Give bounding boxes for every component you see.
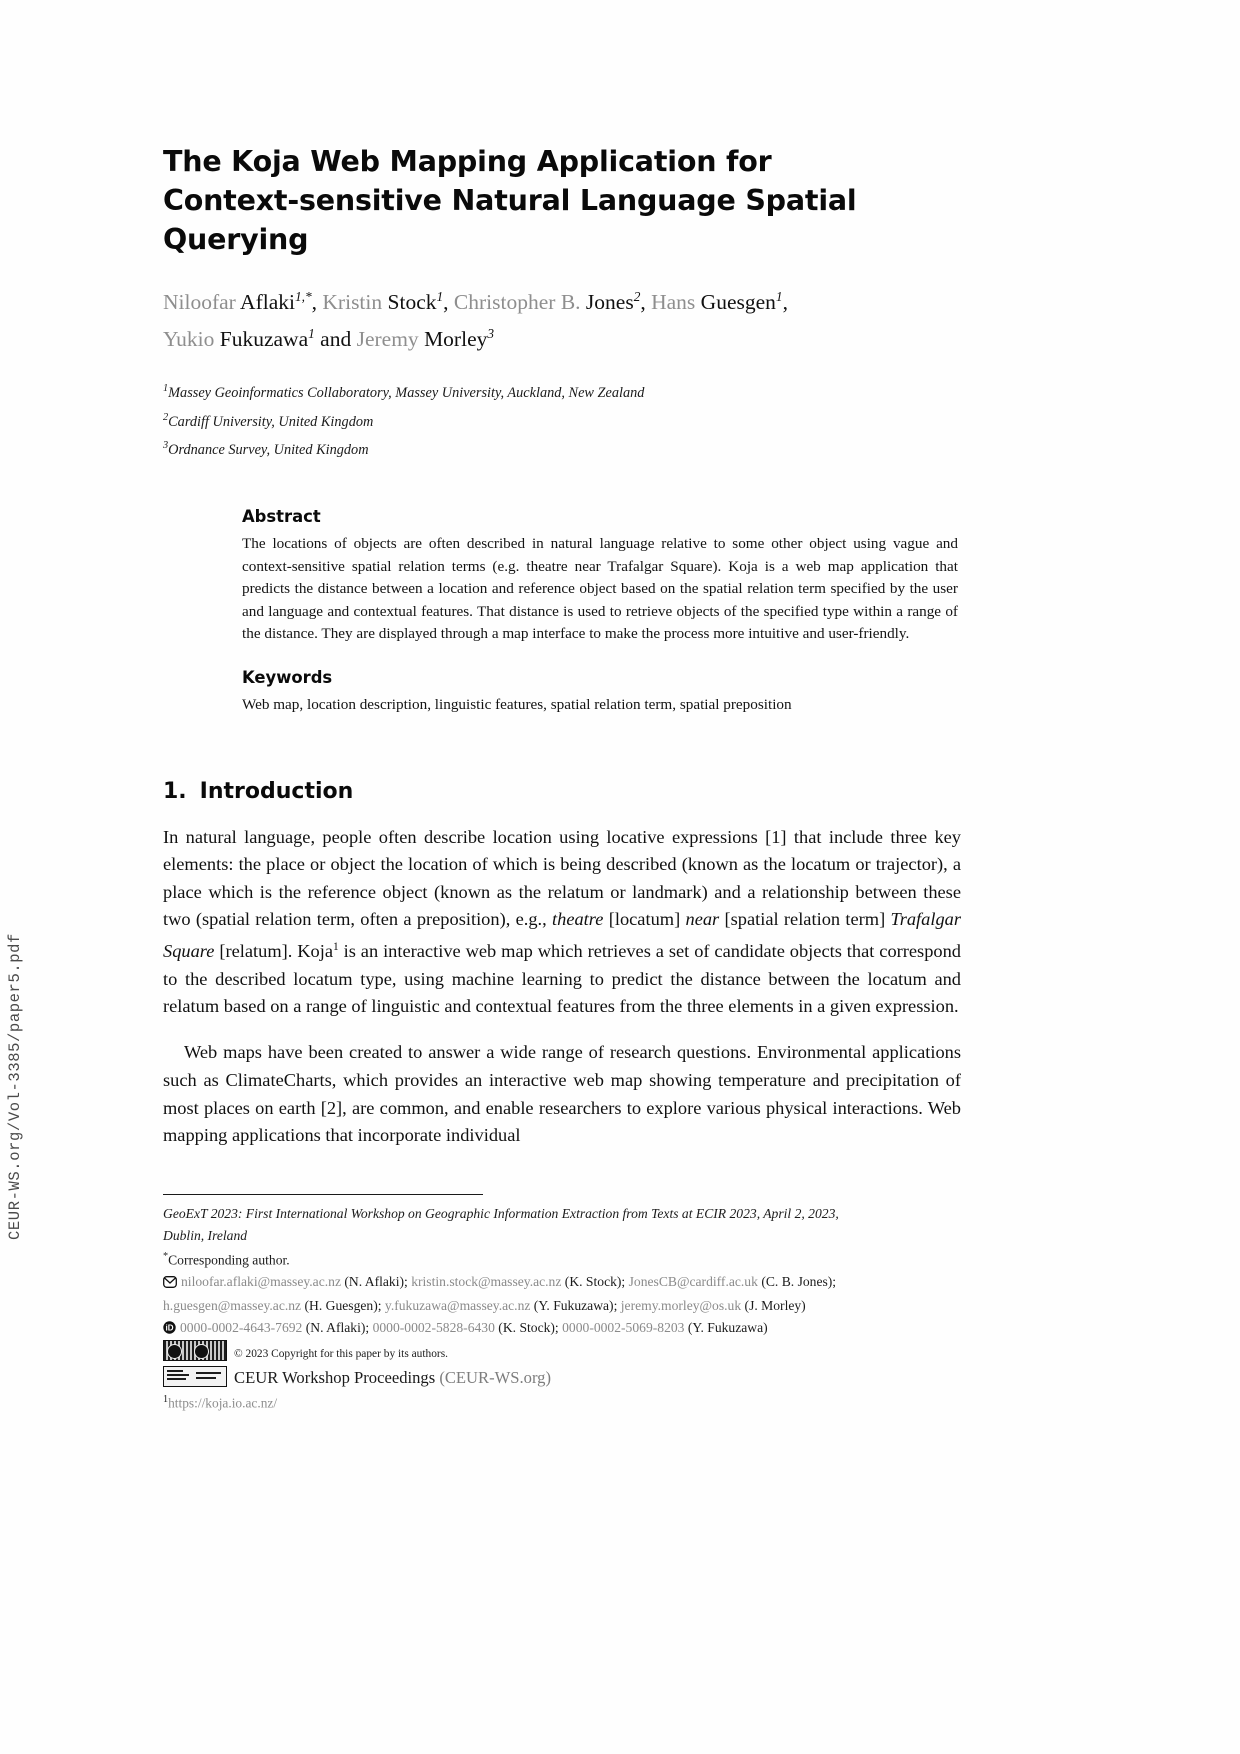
- paper-page: CEUR-WS.org/Vol-3385/paper5.pdf The Koja…: [0, 0, 1240, 1754]
- intro-paragraph-1: In natural language, people often descri…: [163, 824, 961, 1021]
- venue-line-1: GeoExT 2023: First International Worksho…: [163, 1206, 839, 1221]
- author-list: Niloofar Aflaki1,*, Kristin Stock1, Chri…: [163, 289, 788, 352]
- author-affil-marker: 3: [487, 326, 495, 342]
- ceur-proceedings-line: CEUR Workshop Proceedings (CEUR-WS.org): [163, 1365, 973, 1390]
- email-link-stock[interactable]: kristin.stock@massey.ac.nz: [411, 1274, 561, 1289]
- author-affil-marker: 1,*: [294, 289, 312, 304]
- intro-paragraph-2: Web maps have been created to answer a w…: [163, 1042, 961, 1146]
- author-affil-marker: 1: [308, 326, 315, 342]
- author-last-name: Jones: [585, 290, 634, 315]
- author-entry: Hans Guesgen1: [651, 289, 783, 315]
- author-entry: Kristin Stock1: [322, 289, 444, 315]
- author-first-name: Kristin: [322, 290, 383, 315]
- email-name-aflaki: (N. Aflaki);: [340, 1274, 412, 1290]
- email-link-fukuzawa[interactable]: y.fukuzawa@massey.ac.nz: [385, 1298, 531, 1313]
- author-affil-marker: 1: [436, 289, 444, 304]
- keywords-body: Web map, location description, linguisti…: [242, 696, 792, 714]
- para1-part-b: [locatum]: [603, 909, 686, 930]
- venue-line-2: Dublin, Ireland: [163, 1227, 248, 1243]
- orcid-link-stock[interactable]: 0000-0002-5828-6430: [373, 1320, 495, 1335]
- authors-conjunction: and: [320, 327, 352, 352]
- orcid-name-aflaki: (N. Aflaki);: [302, 1319, 373, 1335]
- author-entry: Jeremy Morley3: [356, 326, 495, 352]
- orcid-name-stock: (K. Stock);: [494, 1319, 563, 1335]
- author-first-name: Jeremy: [356, 327, 419, 352]
- author-affil-marker: 2: [633, 289, 641, 304]
- email-lines: niloofar.aflaki@massey.ac.nz (N. Aflaki)…: [163, 1271, 973, 1316]
- author-first-name: Niloofar: [163, 290, 236, 315]
- email-link-aflaki[interactable]: niloofar.aflaki@massey.ac.nz: [181, 1274, 341, 1289]
- section-heading-introduction: 1. Introduction: [163, 779, 961, 804]
- ceur-spine-label: CEUR-WS.org/Vol-3385/paper5.pdf: [6, 933, 24, 1240]
- abstract-body: The locations of objects are often descr…: [242, 535, 958, 643]
- title-line-1: The Koja Web Mapping Application for: [163, 145, 772, 178]
- author-entry: Niloofar Aflaki1,*: [163, 289, 312, 315]
- affiliation-item: 1Massey Geoinformatics Collaboratory, Ma…: [163, 377, 961, 405]
- orcid-line: iD 0000-0002-4643-7692 (N. Aflaki); 0000…: [163, 1317, 973, 1341]
- abstract-heading: Abstract: [242, 507, 321, 527]
- section-title: Introduction: [199, 778, 354, 804]
- author-last-name: Aflaki: [240, 290, 295, 315]
- svg-text:iD: iD: [166, 1323, 174, 1332]
- page-title: The Koja Web Mapping Application for Con…: [163, 142, 961, 259]
- footnote-separator-rule: [163, 1194, 483, 1195]
- affiliation-text: Ordnance Survey, United Kingdom: [168, 441, 369, 458]
- affiliation-list: 1Massey Geoinformatics Collaboratory, Ma…: [163, 377, 961, 462]
- creative-commons-badge-icon: [163, 1340, 227, 1362]
- author-entry: Christopher B. Jones2: [453, 289, 641, 315]
- footnote-block: GeoExT 2023: First International Worksho…: [163, 1203, 973, 1414]
- email-link-morley[interactable]: jeremy.morley@os.uk: [621, 1298, 741, 1313]
- corresponding-author-note: *Corresponding author.: [163, 1246, 973, 1271]
- author-first-name: Hans: [651, 290, 696, 315]
- paper-content: The Koja Web Mapping Application for Con…: [163, 0, 961, 1168]
- ceur-proceedings-text: CEUR Workshop Proceedings (CEUR-WS.org): [234, 1368, 551, 1387]
- copyright-text: © 2023 Copyright for this paper by its a…: [234, 1348, 448, 1361]
- koja-url-link[interactable]: https://koja.io.ac.nz/: [168, 1396, 277, 1411]
- para1-part-d: [relatum]. Koja: [214, 941, 334, 962]
- author-first-name: Yukio: [163, 327, 215, 352]
- copyright-line: © 2023 Copyright for this paper by its a…: [163, 1340, 973, 1366]
- corresponding-author-text: Corresponding author.: [168, 1252, 290, 1268]
- email-name-morley: (J. Morley): [741, 1297, 806, 1313]
- envelope-icon: [163, 1273, 177, 1295]
- orcid-link-fukuzawa[interactable]: 0000-0002-5069-8203: [562, 1320, 684, 1335]
- affiliation-item: 2Cardiff University, United Kingdom: [163, 406, 961, 434]
- affiliation-item: 3Ordnance Survey, United Kingdom: [163, 434, 961, 462]
- section-number: 1.: [163, 778, 187, 804]
- ceur-url-label[interactable]: (CEUR-WS.org): [439, 1368, 551, 1387]
- author-affil-marker: 1: [775, 289, 783, 304]
- email-link-jones[interactable]: JonesCB@cardiff.ac.uk: [629, 1274, 758, 1289]
- author-last-name: Fukuzawa: [219, 327, 309, 352]
- author-entry: Yukio Fukuzawa1: [163, 326, 315, 352]
- orcid-link-aflaki[interactable]: 0000-0002-4643-7692: [180, 1320, 302, 1335]
- keywords-heading: Keywords: [242, 668, 333, 688]
- para1-italic-theatre: theatre: [552, 909, 604, 930]
- ceur-ws-logo-icon: [163, 1365, 227, 1387]
- email-name-jones: (C. B. Jones);: [761, 1274, 837, 1290]
- author-last-name: Morley: [424, 327, 488, 352]
- abstract-block: Abstract The locations of objects are of…: [242, 507, 958, 717]
- author-last-name: Guesgen: [700, 290, 776, 315]
- orcid-icon: iD: [163, 1319, 176, 1341]
- ceur-label: CEUR Workshop Proceedings: [234, 1367, 440, 1387]
- koja-url-footnote: 1https://koja.io.ac.nz/: [163, 1389, 973, 1414]
- email-name-guesgen: (H. Guesgen);: [301, 1297, 385, 1313]
- affiliation-text: Cardiff University, United Kingdom: [168, 413, 374, 430]
- email-name-fukuzawa: (Y. Fukuzawa);: [530, 1297, 618, 1313]
- email-name-stock: (K. Stock);: [561, 1274, 629, 1290]
- para1-italic-near: near: [685, 909, 720, 930]
- author-first-name: Christopher B.: [453, 290, 581, 315]
- author-last-name: Stock: [387, 290, 437, 315]
- title-line-2: Context-sensitive Natural Language Spati…: [163, 184, 857, 256]
- affiliation-text: Massey Geoinformatics Collaboratory, Mas…: [168, 385, 645, 402]
- orcid-name-fukuzawa: (Y. Fukuzawa): [684, 1319, 768, 1335]
- para1-part-c: [spatial relation term]: [719, 909, 891, 930]
- email-link-guesgen[interactable]: h.guesgen@massey.ac.nz: [163, 1298, 301, 1313]
